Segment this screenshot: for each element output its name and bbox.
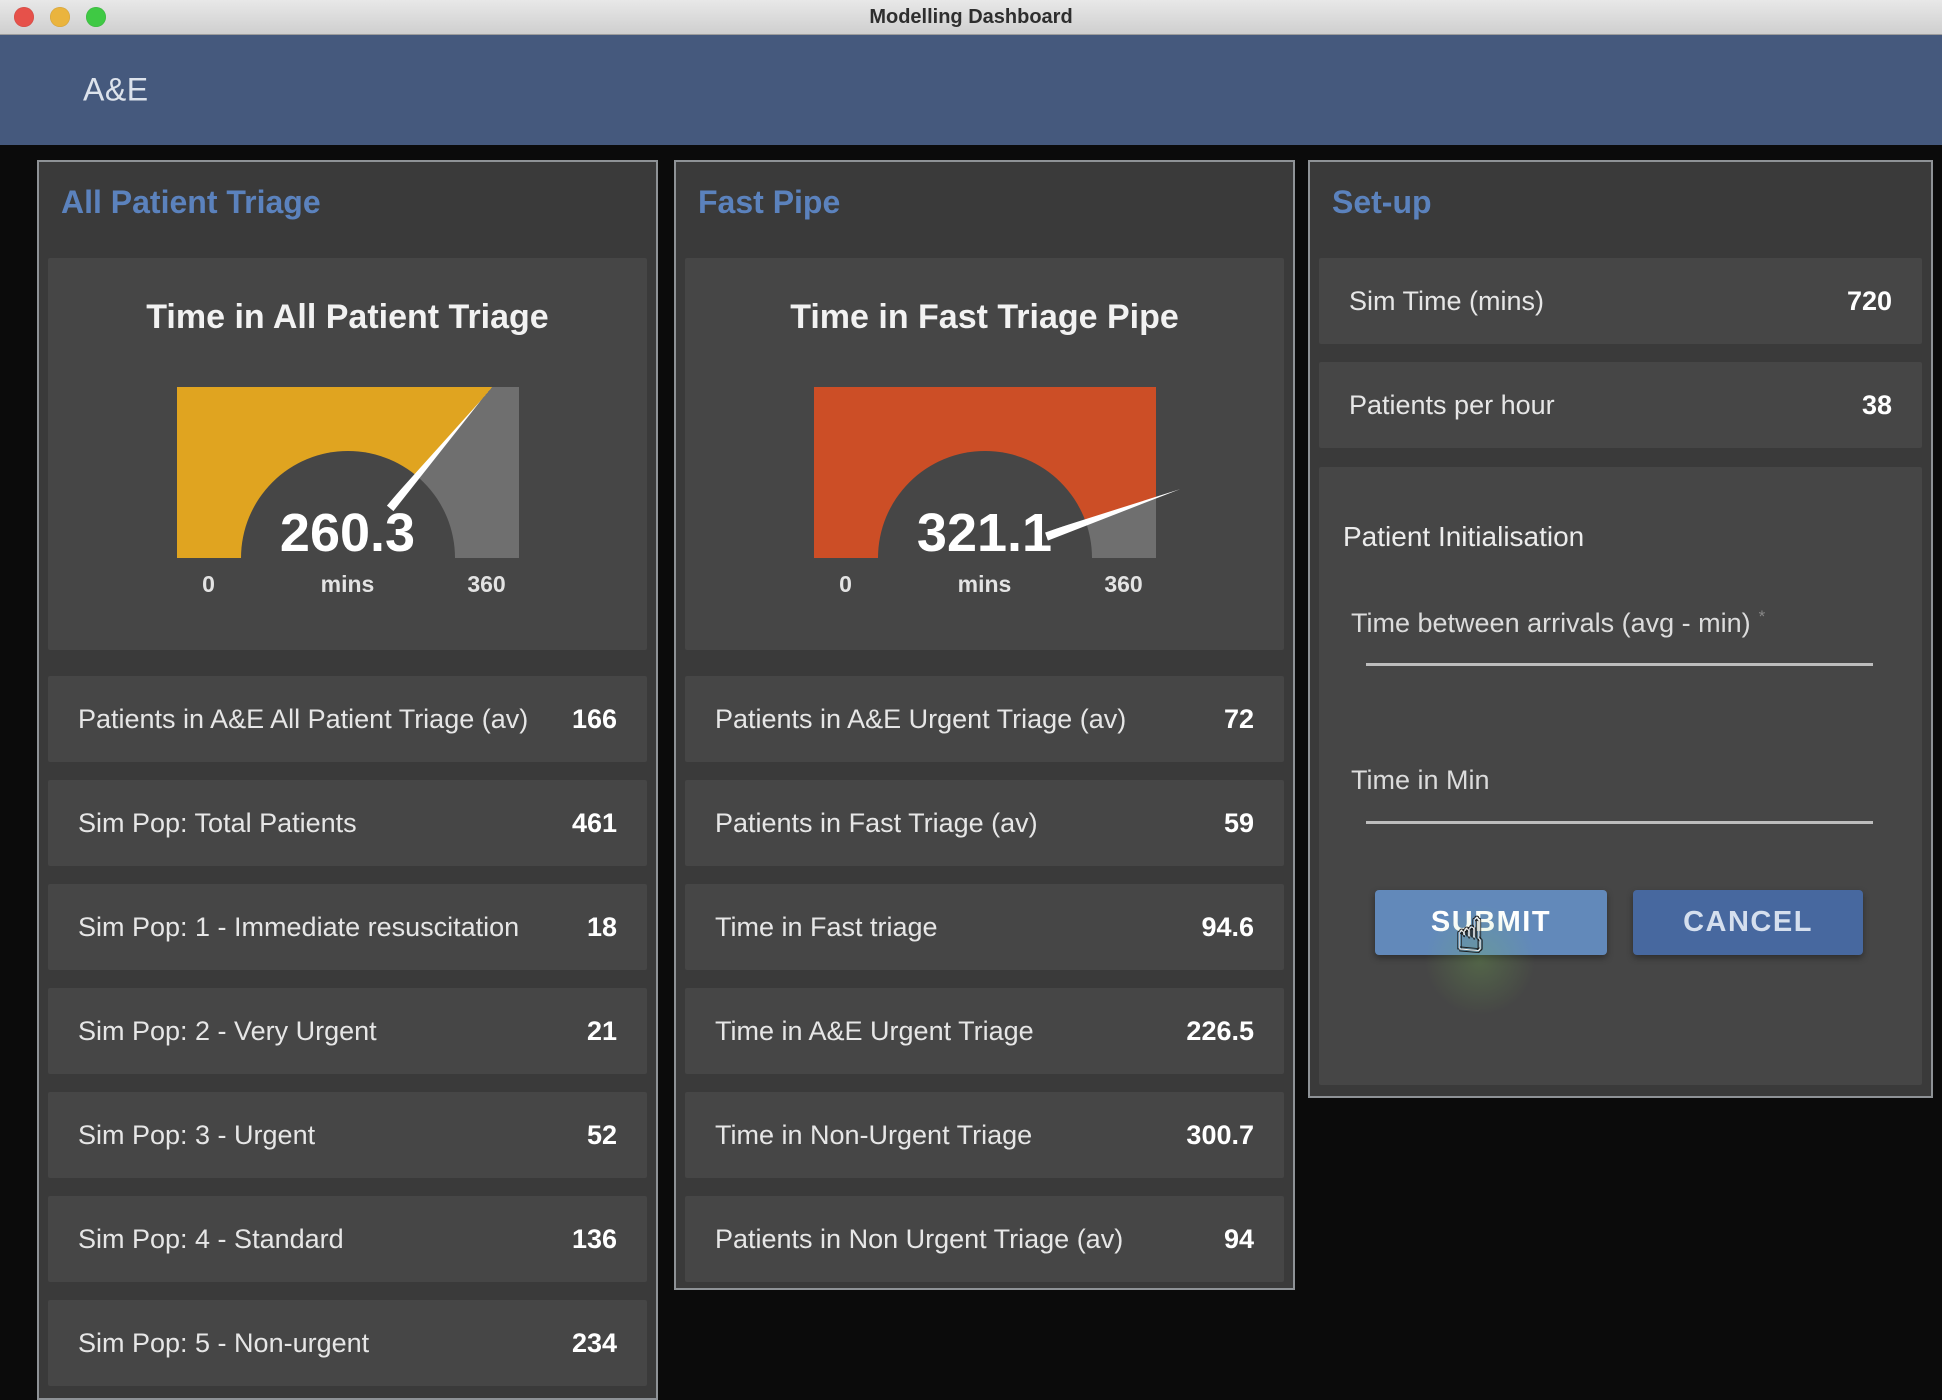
stat-label: Patients per hour (1349, 390, 1555, 421)
stat-row: Sim Pop: 5 - Non-urgent 234 (48, 1300, 647, 1386)
stat-row: Patients in A&E All Patient Triage (av) … (48, 676, 647, 762)
stat-value: 94 (1224, 1224, 1254, 1255)
submit-button[interactable]: SUBMIT (1375, 890, 1607, 955)
cancel-button[interactable]: CANCEL (1633, 890, 1863, 955)
stat-label: Patients in Non Urgent Triage (av) (715, 1224, 1123, 1255)
gauge-title: Time in Fast Triage Pipe (685, 298, 1284, 337)
stat-value: 18 (587, 912, 617, 943)
stat-label: Sim Pop: 2 - Very Urgent (78, 1016, 377, 1047)
stat-row: Time in Non-Urgent Triage 300.7 (685, 1092, 1284, 1178)
stat-row: Time in Fast triage 94.6 (685, 884, 1284, 970)
stat-value: 136 (572, 1224, 617, 1255)
patient-initialisation-section: Patient Initialisation Time between arri… (1319, 467, 1922, 1085)
required-mark: * (1759, 607, 1766, 626)
stat-value: 52 (587, 1120, 617, 1151)
stat-row: Patients in A&E Urgent Triage (av) 72 (685, 676, 1284, 762)
stat-label: Time in Fast triage (715, 912, 938, 943)
stat-label: Sim Pop: 4 - Standard (78, 1224, 344, 1255)
stat-row: Sim Pop: 4 - Standard 136 (48, 1196, 647, 1282)
stat-value: 300.7 (1186, 1120, 1254, 1151)
stat-label: Time in Non-Urgent Triage (715, 1120, 1032, 1151)
panel-title: Fast Pipe (698, 184, 840, 221)
stat-label: Patients in A&E Urgent Triage (av) (715, 704, 1126, 735)
gauge-card-all-patient-triage: Time in All Patient Triage 260.3 0 mins … (48, 258, 647, 650)
stat-value: 720 (1847, 286, 1892, 317)
stat-label: Sim Pop: Total Patients (78, 808, 357, 839)
app-header: A&E (0, 35, 1942, 145)
gauge-title: Time in All Patient Triage (48, 298, 647, 337)
time-between-arrivals-input[interactable] (1366, 629, 1873, 666)
stat-value: 226.5 (1186, 1016, 1254, 1047)
stat-row: Sim Pop: Total Patients 461 (48, 780, 647, 866)
stat-value: 21 (587, 1016, 617, 1047)
stat-row: Patients in Non Urgent Triage (av) 94 (685, 1196, 1284, 1282)
setup-row-sim-time[interactable]: Sim Time (mins) 720 (1319, 258, 1922, 344)
titlebar: Modelling Dashboard (0, 0, 1942, 35)
stat-value: 166 (572, 704, 617, 735)
gauge-chart: 260.3 0 mins 360 (177, 387, 519, 558)
gauge-chart: 321.1 0 mins 360 (814, 387, 1156, 558)
panel-fast-pipe: Fast Pipe Time in Fast Triage Pipe 321.1… (674, 160, 1295, 1290)
stat-label: Sim Pop: 1 - Immediate resuscitation (78, 912, 519, 943)
stat-value: 234 (572, 1328, 617, 1359)
stat-value: 461 (572, 808, 617, 839)
stat-value: 72 (1224, 704, 1254, 735)
panel-setup: Set-up Sim Time (mins) 720 Patients per … (1308, 160, 1933, 1098)
stat-label: Time in A&E Urgent Triage (715, 1016, 1034, 1047)
panel-all-patient-triage: All Patient Triage Time in All Patient T… (37, 160, 658, 1400)
section-label: Patient Initialisation (1343, 521, 1584, 553)
setup-row-patients-per-hour[interactable]: Patients per hour 38 (1319, 362, 1922, 448)
stat-label: Patients in Fast Triage (av) (715, 808, 1038, 839)
panel-title: All Patient Triage (61, 184, 321, 221)
modelling-dashboard-window: { "window": { "title": "Modelling Dashbo… (0, 0, 1942, 1392)
stat-row: Sim Pop: 2 - Very Urgent 21 (48, 988, 647, 1074)
stat-value: 38 (1862, 390, 1892, 421)
stat-value: 94.6 (1201, 912, 1254, 943)
stat-row: Time in A&E Urgent Triage 226.5 (685, 988, 1284, 1074)
stat-row: Sim Pop: 1 - Immediate resuscitation 18 (48, 884, 647, 970)
stat-label: Patients in A&E All Patient Triage (av) (78, 704, 528, 735)
app-title: A&E (83, 72, 149, 109)
stat-label: Sim Pop: 3 - Urgent (78, 1120, 315, 1151)
panel-title: Set-up (1332, 184, 1432, 221)
gauge-max-label: 360 (1092, 571, 1156, 598)
stat-row: Patients in Fast Triage (av) 59 (685, 780, 1284, 866)
window-title: Modelling Dashboard (0, 0, 1942, 34)
stat-value: 59 (1224, 808, 1254, 839)
gauge-card-fast-triage-pipe: Time in Fast Triage Pipe 321.1 0 mins 36… (685, 258, 1284, 650)
stat-row: Sim Pop: 3 - Urgent 52 (48, 1092, 647, 1178)
time-in-min-input[interactable] (1366, 787, 1873, 824)
stat-label: Sim Pop: 5 - Non-urgent (78, 1328, 369, 1359)
stat-label: Sim Time (mins) (1349, 286, 1544, 317)
gauge-max-label: 360 (455, 571, 519, 598)
